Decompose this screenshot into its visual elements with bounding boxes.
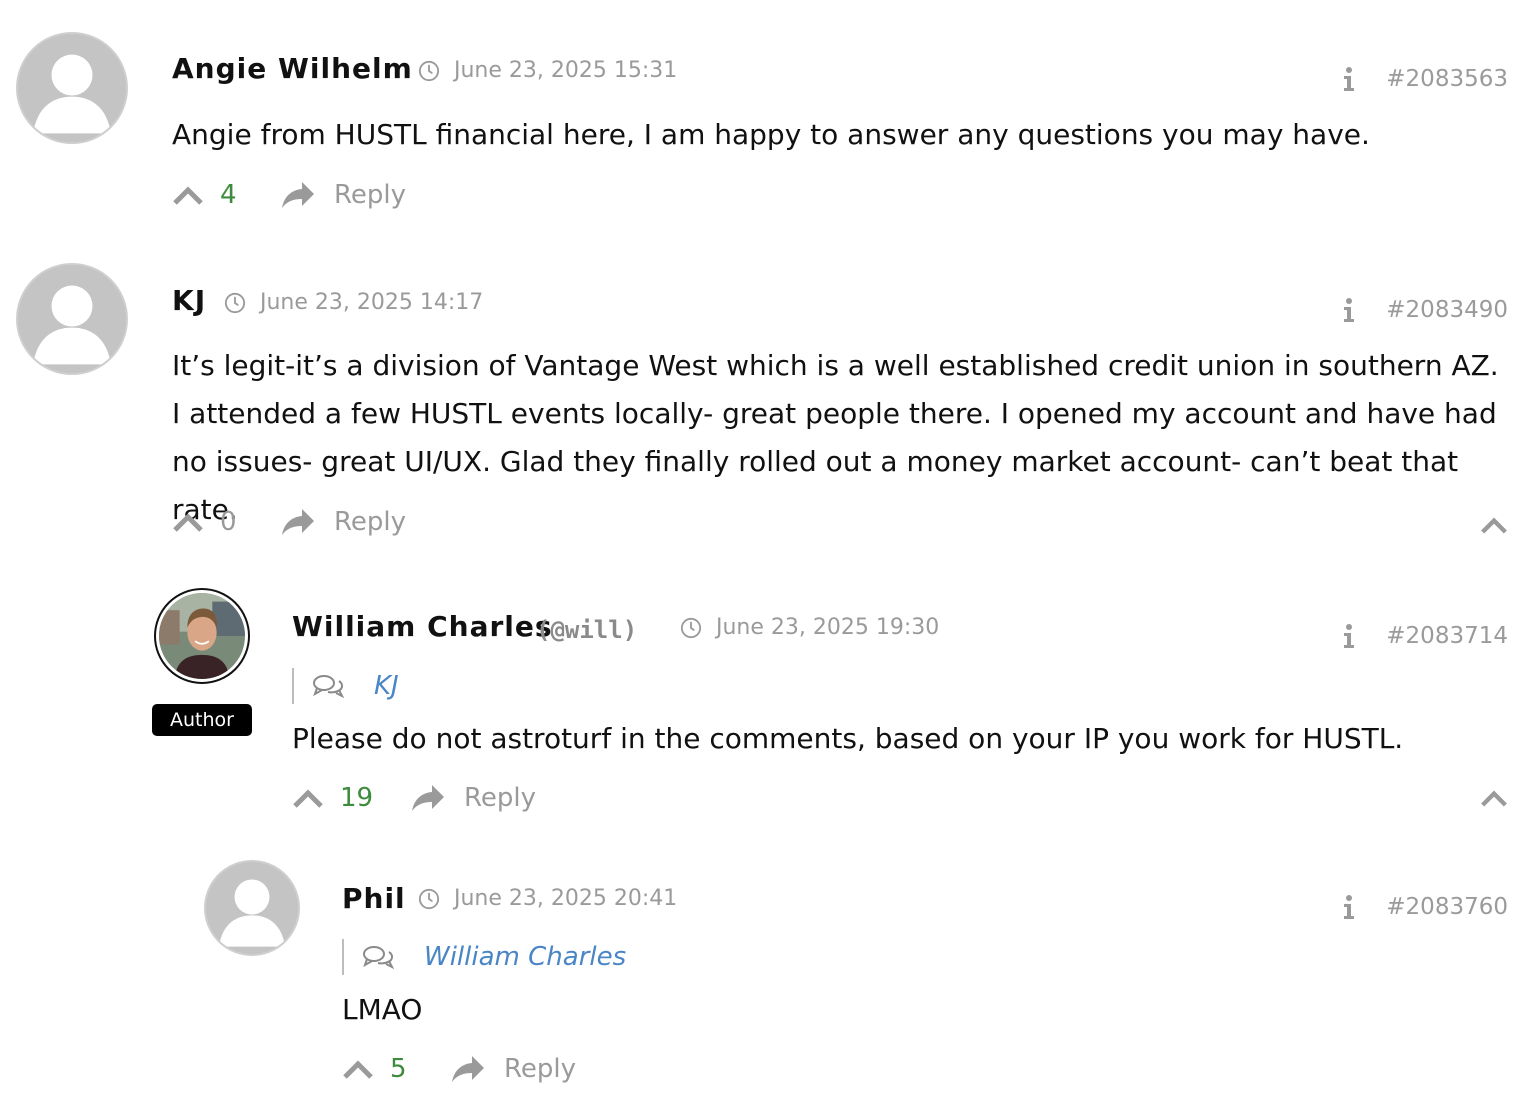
info-icon[interactable]: [1342, 894, 1356, 920]
reply-label: Reply: [334, 180, 407, 210]
author-handle: (@will): [536, 616, 638, 644]
vote-up-icon[interactable]: [292, 787, 324, 809]
user-placeholder-icon: [18, 265, 126, 373]
comment-timestamp[interactable]: June 23, 2025 19:30: [680, 615, 939, 640]
comment-id-link[interactable]: #2083760: [1386, 894, 1508, 920]
reply-arrow-icon: [450, 1054, 486, 1084]
vote-count: 5: [390, 1054, 407, 1084]
chat-bubbles-icon: [312, 673, 344, 699]
clock-icon: [224, 292, 246, 314]
clock-icon: [680, 617, 702, 639]
vote-up-icon[interactable]: [172, 511, 204, 533]
comment-meta: #2083563: [1342, 66, 1508, 92]
author-badge: Author: [152, 704, 252, 736]
comment-author[interactable]: KJ: [172, 284, 206, 317]
collapse-thread-icon[interactable]: [1480, 515, 1508, 535]
reply-label: Reply: [504, 1054, 577, 1084]
timestamp-text: June 23, 2025 15:31: [454, 58, 678, 83]
info-icon[interactable]: [1342, 66, 1356, 92]
in-reply-to-link[interactable]: KJ: [374, 671, 399, 701]
comment-actions: 0 Reply: [172, 507, 406, 537]
comment-actions: 5 Reply: [342, 1054, 576, 1084]
in-reply-to-link[interactable]: William Charles: [424, 942, 626, 972]
author-photo: [159, 593, 245, 679]
comment-meta: #2083760: [1342, 894, 1508, 920]
reply-label: Reply: [464, 783, 537, 813]
comment-meta: #2083714: [1342, 623, 1508, 649]
vote-count: 19: [340, 783, 374, 813]
avatar[interactable]: [16, 263, 128, 375]
comment-author[interactable]: William Charles: [292, 610, 553, 643]
in-reply-to: William Charles: [342, 939, 626, 975]
comment-actions: 19 Reply: [292, 783, 536, 813]
vote-up-icon[interactable]: [342, 1058, 374, 1080]
reply-arrow-icon: [410, 783, 446, 813]
comment-text: Angie from HUSTL financial here, I am ha…: [172, 118, 1370, 151]
chat-bubbles-icon: [362, 944, 394, 970]
reply-label: Reply: [334, 507, 407, 537]
comment-text: It’s legit-it’s a division of Vantage We…: [172, 349, 1499, 526]
vote-up-icon[interactable]: [172, 184, 204, 206]
avatar[interactable]: [16, 32, 128, 144]
author-photo-image: [159, 593, 245, 679]
reply-button[interactable]: Reply: [280, 180, 406, 210]
info-icon[interactable]: [1342, 623, 1356, 649]
reply-arrow-icon: [280, 180, 316, 210]
vote-count: 4: [220, 180, 237, 210]
reply-button[interactable]: Reply: [280, 507, 406, 537]
reply-button[interactable]: Reply: [410, 783, 536, 813]
comment-id-link[interactable]: #2083563: [1386, 66, 1508, 92]
comment: Phil June 23, 2025 20:41 #2083760 Willia…: [0, 850, 1540, 1106]
timestamp-text: June 23, 2025 14:17: [260, 290, 484, 315]
info-icon[interactable]: [1342, 297, 1356, 323]
comment-author[interactable]: Phil: [342, 882, 406, 915]
comment-id-link[interactable]: #2083714: [1386, 623, 1508, 649]
vote-count: 0: [220, 507, 237, 537]
user-placeholder-icon: [18, 34, 126, 142]
clock-icon: [418, 60, 440, 82]
comment: Angie Wilhelm June 23, 2025 15:31 #20835…: [0, 0, 1540, 240]
comment: KJ June 23, 2025 14:17 #2083490 It’s leg…: [0, 240, 1540, 570]
comment-meta: #2083490: [1342, 297, 1508, 323]
reply-button[interactable]: Reply: [450, 1054, 576, 1084]
user-placeholder-icon: [206, 862, 298, 954]
collapse-thread-icon[interactable]: [1480, 788, 1508, 808]
avatar[interactable]: [204, 860, 300, 956]
in-reply-to: KJ: [292, 668, 399, 704]
timestamp-text: June 23, 2025 20:41: [454, 886, 678, 911]
comment-author[interactable]: Angie Wilhelm: [172, 52, 413, 85]
comment-timestamp[interactable]: June 23, 2025 20:41: [418, 886, 677, 911]
comment: Author William Charles (@will) June 23, …: [0, 570, 1540, 850]
timestamp-text: June 23, 2025 19:30: [716, 615, 940, 640]
comment-text: LMAO: [342, 993, 423, 1026]
comment-actions: 4 Reply: [172, 180, 406, 210]
reply-arrow-icon: [280, 507, 316, 537]
avatar[interactable]: [154, 588, 250, 684]
clock-icon: [418, 888, 440, 910]
comment-timestamp[interactable]: June 23, 2025 15:31: [418, 58, 677, 83]
comment-id-link[interactable]: #2083490: [1386, 297, 1508, 323]
comment-timestamp[interactable]: June 23, 2025 14:17: [224, 290, 483, 315]
comment-text: Please do not astroturf in the comments,…: [292, 722, 1404, 755]
